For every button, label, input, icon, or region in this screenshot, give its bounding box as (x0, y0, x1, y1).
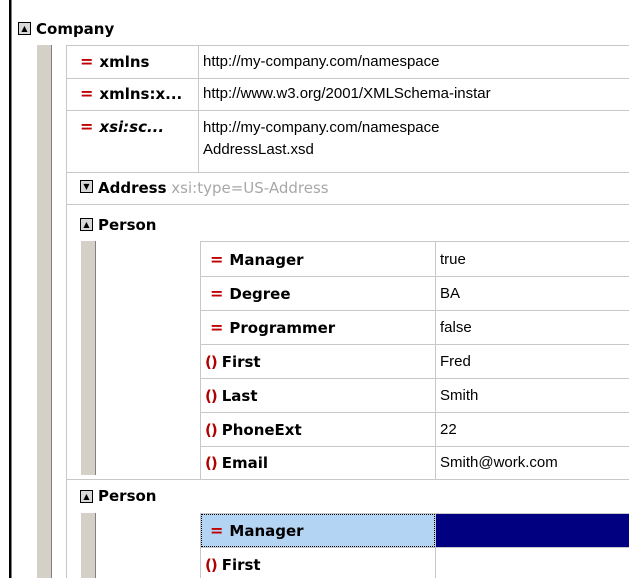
grid-line (66, 45, 67, 578)
attribute-icon: = (210, 318, 224, 337)
attr-xsi-schema-value[interactable]: http://my-company.com/namespace AddressL… (203, 117, 629, 161)
company-expand-bar[interactable] (36, 45, 52, 578)
grid-line (200, 378, 629, 379)
company-element-label: Company (36, 20, 115, 38)
attribute-icon: = (210, 521, 224, 540)
person-expand-bar[interactable] (80, 241, 96, 475)
person1-manager-name[interactable]: = Manager (210, 244, 435, 276)
attr-xmlns-value[interactable]: http://my-company.com/namespace (203, 46, 629, 78)
element-icon: () (205, 353, 218, 371)
person1-last-value[interactable]: Smith (440, 380, 629, 412)
element-icon: () (205, 421, 218, 439)
grid-line (200, 344, 629, 345)
person1-programmer-name[interactable]: = Programmer (210, 312, 435, 344)
collapse-company-toggle[interactable]: ▲ (18, 22, 31, 35)
person1-manager-value[interactable]: true (440, 244, 629, 276)
person-expand-bar[interactable] (80, 513, 96, 578)
grid-line (200, 276, 629, 277)
attr-xmlns-name[interactable]: = xmlns (80, 46, 198, 78)
grid-line (435, 241, 436, 479)
person2-manager-name[interactable]: = Manager (210, 515, 435, 547)
person1-degree-name[interactable]: = Degree (210, 278, 435, 310)
grid-line (200, 241, 629, 242)
attribute-icon: = (80, 84, 94, 103)
window-left-shadow (11, 0, 12, 578)
attribute-icon: = (210, 250, 224, 269)
element-icon: () (205, 454, 218, 472)
attribute-icon: = (80, 117, 94, 136)
person1-programmer-value[interactable]: false (440, 312, 629, 344)
attribute-icon: = (80, 52, 94, 71)
grid-line (200, 547, 629, 548)
person1-email-value[interactable]: Smith@work.com (440, 447, 629, 479)
person2-first-value[interactable] (440, 549, 629, 581)
collapse-person-toggle[interactable]: ▲ (80, 218, 93, 231)
collapse-person-toggle[interactable]: ▲ (80, 490, 93, 503)
grid-line (198, 45, 199, 172)
element-icon: () (205, 556, 218, 574)
grid-line (200, 241, 201, 479)
person2-manager-value[interactable] (440, 515, 629, 547)
attr-xmlns-x-name[interactable]: = xmlns:x... (80, 78, 198, 110)
person1-phoneext-name[interactable]: () PhoneExt (205, 414, 435, 446)
attr-xsi-schema-name[interactable]: = xsi:sc... (80, 111, 198, 143)
grid-line (66, 204, 629, 205)
attribute-icon: = (210, 284, 224, 303)
person1-degree-value[interactable]: BA (440, 278, 629, 310)
attr-xmlns-x-value[interactable]: http://www.w3.org/2001/XMLSchema-instar (203, 78, 629, 110)
person-element-label: Person (98, 487, 157, 505)
person1-email-name[interactable]: () Email (205, 447, 435, 479)
grid-line (200, 412, 629, 413)
person-element-label: Person (98, 216, 157, 234)
person1-first-value[interactable]: Fred (440, 346, 629, 378)
person1-last-name[interactable]: () Last (205, 380, 435, 412)
address-element-label: Address xsi:type=US-Address (98, 179, 329, 197)
person1-first-name[interactable]: () First (205, 346, 435, 378)
expand-address-toggle[interactable]: ▼ (80, 180, 93, 193)
grid-line (200, 310, 629, 311)
element-icon: () (205, 387, 218, 405)
person2-first-name[interactable]: () First (205, 549, 435, 581)
person1-phoneext-value[interactable]: 22 (440, 414, 629, 446)
